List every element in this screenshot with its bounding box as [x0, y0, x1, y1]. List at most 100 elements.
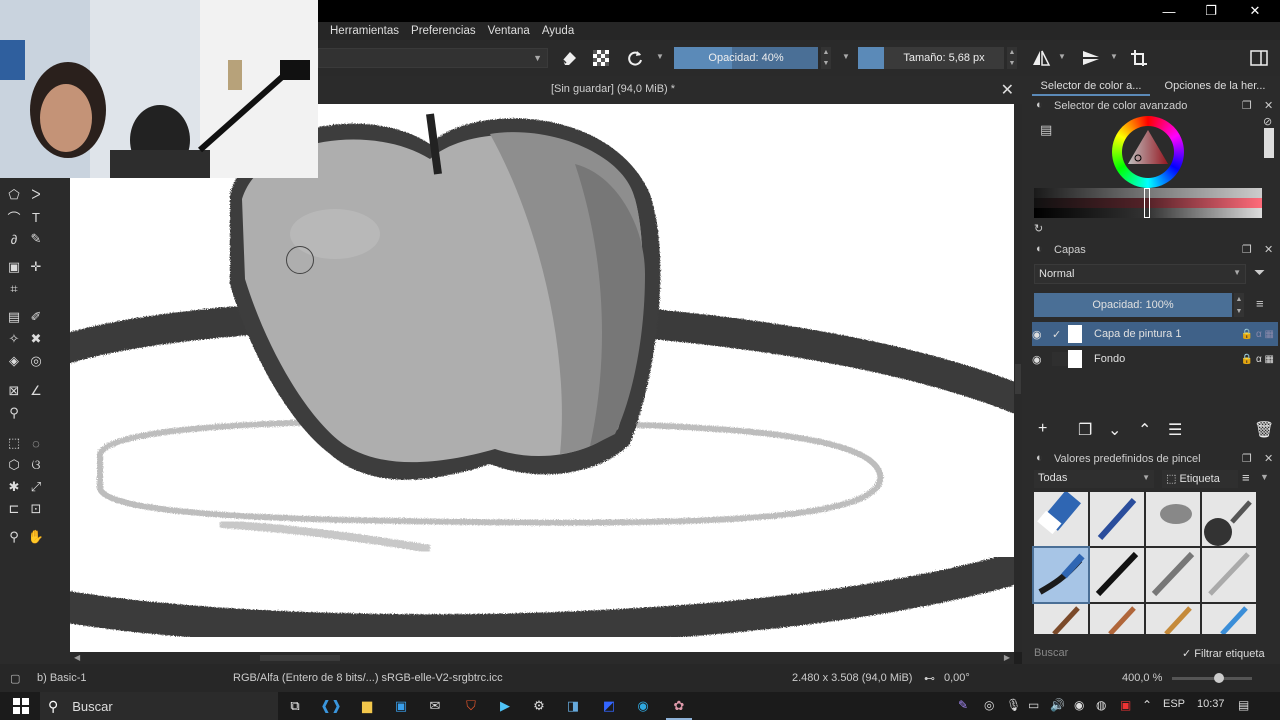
layer-menu-icon[interactable]: ≡: [1256, 296, 1264, 311]
scroll-right-icon[interactable]: ▶: [1004, 653, 1010, 662]
menu-preferencias[interactable]: Preferencias: [405, 25, 482, 37]
freehand-select-icon[interactable]: ଓ: [27, 456, 45, 474]
brush-preset-pencil[interactable]: [1202, 548, 1256, 602]
taskbar-search[interactable]: ⚲ Buscar: [40, 692, 278, 720]
smart-patch-icon[interactable]: ✧: [5, 330, 23, 348]
pen-tray-icon[interactable]: ✎: [958, 698, 968, 712]
layer-check-box[interactable]: [1052, 352, 1068, 366]
brush-preset-eraser[interactable]: [1034, 492, 1088, 546]
brave-icon[interactable]: ⛉: [460, 696, 482, 716]
move-layer-up-icon[interactable]: ⌃: [1138, 420, 1151, 440]
lock-docker-icon[interactable]: ◐: [1036, 99, 1043, 111]
preserve-alpha-icon[interactable]: [590, 47, 612, 69]
lock-docker-icon[interactable]: ◐: [1036, 452, 1043, 464]
blend-mode-select[interactable]: Normal ▼: [1034, 264, 1246, 284]
close-document-button[interactable]: ✕: [1001, 80, 1014, 100]
close-docker-icon[interactable]: ✕: [1264, 243, 1273, 256]
brush-preset-paint-3[interactable]: [1146, 604, 1200, 634]
minimize-button[interactable]: —: [1146, 0, 1192, 22]
scroll-left-icon[interactable]: ◀: [74, 653, 80, 662]
menu-herramientas[interactable]: Herramientas: [324, 25, 405, 37]
float-docker-icon[interactable]: ❐: [1242, 452, 1252, 465]
color-settings-icon[interactable]: ▤: [1040, 122, 1052, 138]
freehand-brush-icon[interactable]: ⬠: [5, 186, 23, 204]
app-icon[interactable]: ▶: [494, 696, 516, 716]
pan-hand-icon[interactable]: ✋: [27, 528, 45, 546]
chevron-down-icon[interactable]: ▼: [1110, 52, 1118, 61]
close-docker-icon[interactable]: ✕: [1264, 99, 1273, 112]
size-spinner[interactable]: ▲ ▼: [1007, 47, 1017, 69]
crop-icon[interactable]: ⌗: [5, 280, 23, 298]
float-docker-icon[interactable]: ❐: [1242, 243, 1252, 256]
brush-preset-pencil-blue[interactable]: [1202, 604, 1256, 634]
krita-icon[interactable]: ✿: [668, 696, 690, 716]
fill-icon[interactable]: ◈: [5, 352, 23, 370]
tray-app-icon[interactable]: ◍: [1096, 698, 1106, 712]
store-icon[interactable]: ▣: [390, 696, 412, 716]
hue-ring[interactable]: [1112, 116, 1184, 188]
close-docker-icon[interactable]: ✕: [1264, 452, 1273, 465]
edge-icon[interactable]: ◉: [632, 696, 654, 716]
brush-preset-basic-selected[interactable]: [1032, 546, 1090, 604]
ellipse-select-icon[interactable]: ◌: [27, 434, 45, 452]
refresh-icon[interactable]: ↻: [1034, 222, 1043, 235]
size-slider[interactable]: Tamaño: 5,68 px: [884, 47, 1004, 69]
chevron-up-icon[interactable]: ⌃: [1142, 698, 1152, 712]
transform-icon[interactable]: ▣: [5, 258, 23, 276]
delete-layer-icon[interactable]: 🗑: [1254, 420, 1274, 440]
mirror-vertical-icon[interactable]: [1080, 47, 1102, 69]
brush-name[interactable]: b) Basic-1: [37, 672, 87, 684]
layer-properties-icon[interactable]: ☰: [1168, 420, 1182, 440]
drawing-canvas[interactable]: [70, 104, 1014, 652]
mirror-horizontal-icon[interactable]: [1030, 47, 1052, 69]
workspace-dropdown[interactable]: ▼: [318, 48, 548, 68]
bezier-curve-icon[interactable]: ⌒: [5, 208, 23, 226]
brush-filter-select[interactable]: Todas ▼: [1034, 470, 1154, 488]
volume-icon[interactable]: 🔊: [1050, 698, 1065, 712]
wrap-around-icon[interactable]: [1128, 47, 1150, 69]
layer-flags-icon[interactable]: 🔒 α ▦: [1241, 354, 1274, 365]
horizontal-scroll-thumb[interactable]: [260, 655, 340, 661]
settings-icon[interactable]: ⚙: [528, 696, 550, 716]
contiguous-select-icon[interactable]: ✱: [5, 478, 23, 496]
network-icon[interactable]: ▭: [1028, 698, 1039, 712]
layer-row[interactable]: ◉ ✓ Capa de pintura 1 🔒 α ▦: [1032, 322, 1278, 346]
reset-color-icon[interactable]: ⊘: [1263, 115, 1272, 128]
duplicate-layer-icon[interactable]: ❐: [1078, 420, 1092, 440]
move-layer-down-icon[interactable]: ⌄: [1108, 420, 1121, 440]
menu-ventana[interactable]: Ventana: [482, 25, 536, 37]
multibrush-icon[interactable]: ✎: [27, 230, 45, 248]
notifications-icon[interactable]: ▤: [1238, 698, 1249, 712]
colorize-mask-icon[interactable]: ✖: [27, 330, 45, 348]
layer-opacity-slider[interactable]: Opacidad: 100%: [1034, 293, 1232, 317]
dynamic-brush-icon[interactable]: ∂: [5, 230, 23, 248]
chevron-down-icon[interactable]: ▼: [842, 52, 850, 61]
layer-flags-icon[interactable]: 🔒 α ▦: [1241, 329, 1274, 340]
rect-select-icon[interactable]: ⬚: [5, 434, 23, 452]
vscode-icon[interactable]: ❰❱: [320, 696, 342, 716]
visibility-eye-icon[interactable]: ◉: [1032, 353, 1052, 366]
vertical-scroll-thumb[interactable]: [1015, 364, 1021, 394]
brush-preset-airbrush[interactable]: [1202, 492, 1256, 546]
brush-preset-pen[interactable]: [1090, 492, 1144, 546]
measure-icon[interactable]: ∠: [27, 382, 45, 400]
horizontal-scrollbar[interactable]: ◀ ▶: [70, 652, 1014, 664]
visibility-eye-icon[interactable]: ◉: [1032, 328, 1052, 341]
chevron-down-icon[interactable]: ▼: [1058, 52, 1066, 61]
lock-docker-icon[interactable]: ◐: [1036, 243, 1043, 255]
zoom-slider-handle[interactable]: [1214, 673, 1224, 683]
camera-tray-icon[interactable]: ◎: [984, 698, 994, 712]
panel-toggle-icon[interactable]: [1248, 47, 1270, 69]
reload-preset-icon[interactable]: [624, 47, 646, 69]
restore-button[interactable]: ❐: [1188, 0, 1234, 22]
chevron-down-icon[interactable]: ▼: [656, 52, 664, 61]
filter-icon[interactable]: ⏷: [1254, 264, 1265, 281]
chevron-down-icon[interactable]: ▼: [1260, 472, 1269, 482]
tab-color-selector[interactable]: Selector de color a...: [1032, 76, 1150, 96]
language-indicator[interactable]: ESP: [1163, 698, 1185, 710]
color-picker-icon[interactable]: ✐: [27, 308, 45, 326]
menu-ayuda[interactable]: Ayuda: [536, 25, 580, 37]
filter-tag-checkbox[interactable]: ✓ Filtrar etiqueta: [1182, 644, 1278, 662]
rotation-value[interactable]: 0,00°: [944, 672, 970, 684]
gradient-icon[interactable]: ▤: [5, 308, 23, 326]
